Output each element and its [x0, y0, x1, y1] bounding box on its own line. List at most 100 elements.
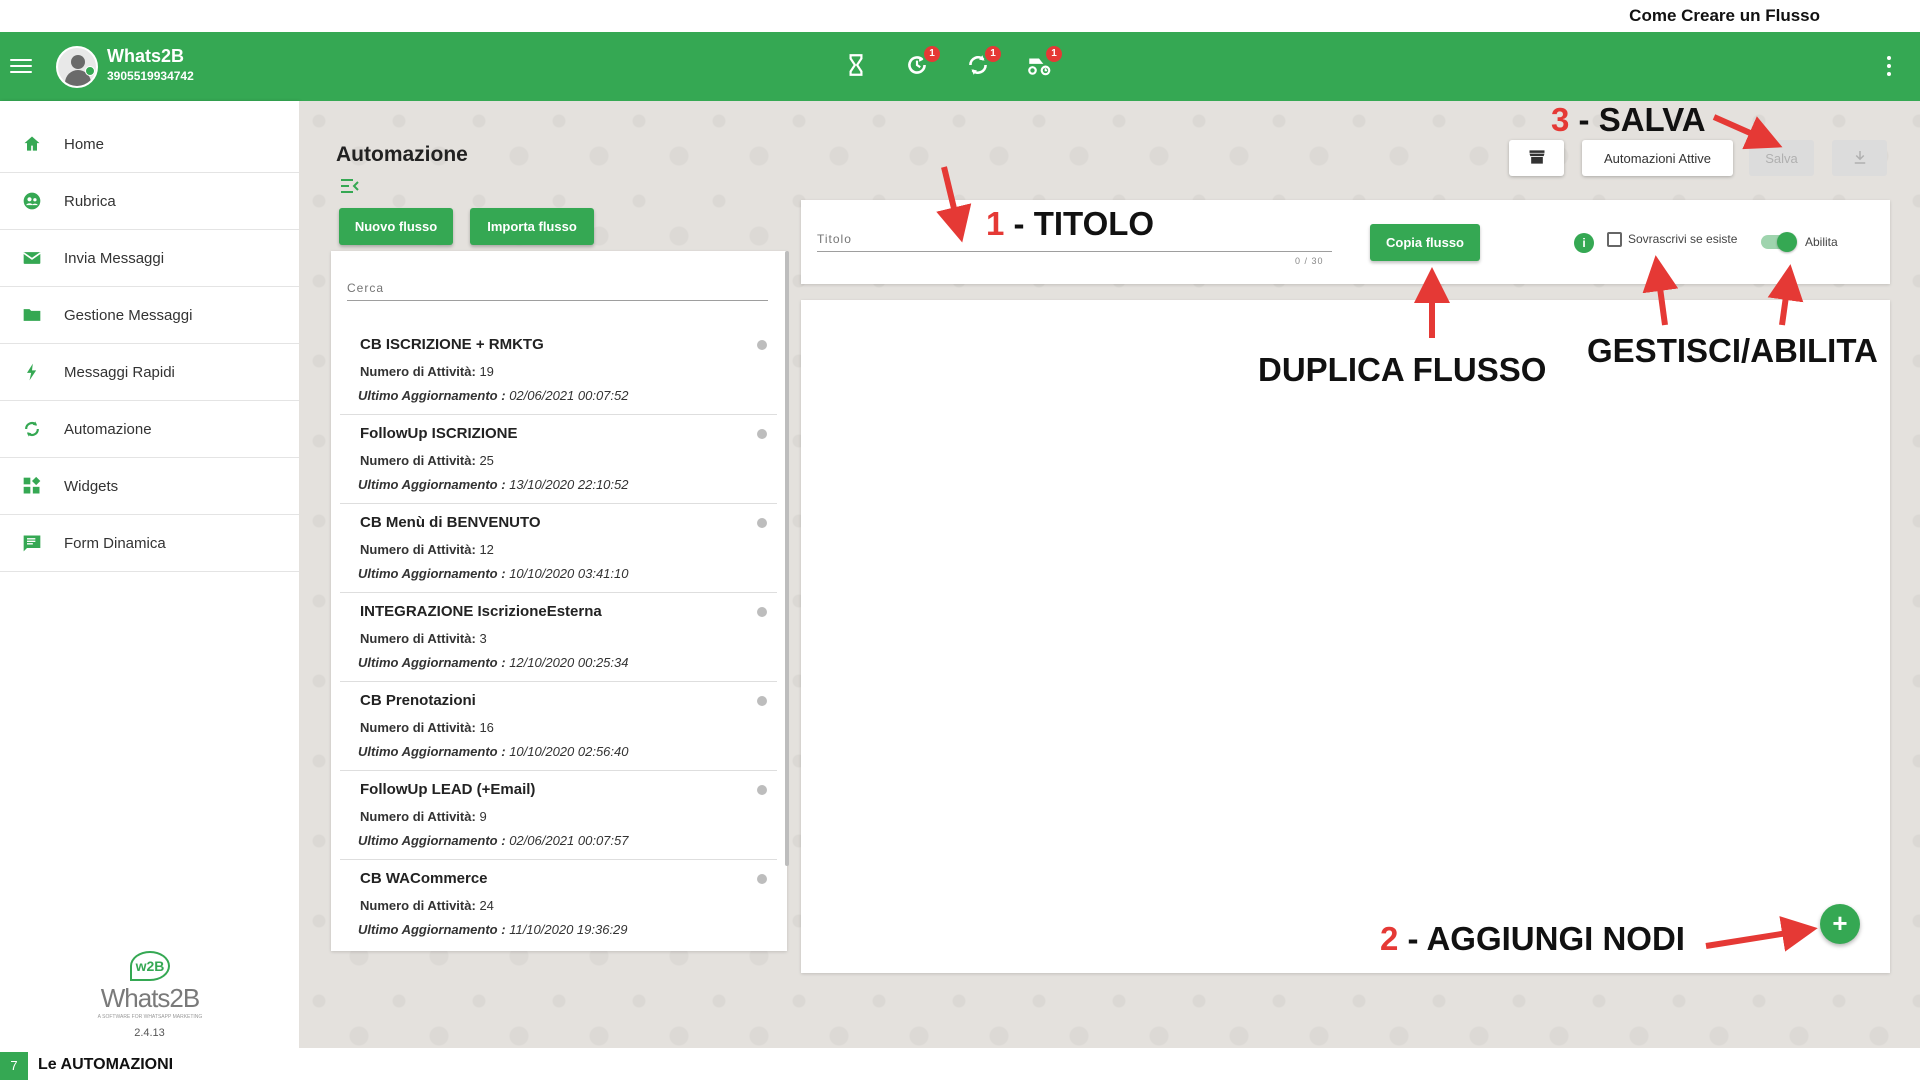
flow-name: CB WACommerce [360, 870, 488, 887]
flow-updated: Ultimo Aggiornamento : 10/10/2020 02:56:… [358, 744, 629, 759]
sync-icon [21, 418, 43, 440]
flow-list: CB ISCRIZIONE + RMKTG Numero di Attività… [340, 326, 777, 949]
flow-activities: Numero di Attività: 9 [360, 809, 487, 824]
flow-updated: Ultimo Aggiornamento : 11/10/2020 19:36:… [358, 922, 628, 937]
sidebar-item-label: Invia Messaggi [64, 249, 165, 267]
sidebar-item-invia-messaggi[interactable]: Invia Messaggi [0, 230, 299, 287]
info-icon[interactable]: i [1574, 233, 1594, 253]
flow-name: CB Prenotazioni [360, 692, 476, 709]
hourglass-icon[interactable] [843, 52, 873, 82]
flow-status-dot [757, 518, 767, 528]
flow-activities: Numero di Attività: 12 [360, 542, 494, 557]
account-phone: 3905519934742 [107, 69, 194, 83]
slide-section-title: Le AUTOMAZIONI [38, 1056, 174, 1073]
save-button[interactable]: Salva [1749, 140, 1814, 176]
enable-label: Abilita [1805, 235, 1838, 249]
download-icon [1851, 148, 1869, 169]
sidebar-item-label: Gestione Messaggi [64, 306, 193, 324]
sidebar-item-gestione-messaggi[interactable]: Gestione Messaggi [0, 287, 299, 344]
bolt-icon [21, 361, 43, 383]
contacts-icon [21, 190, 43, 212]
history-icon[interactable]: 1 [904, 46, 940, 82]
flow-item[interactable]: CB Menù di BENVENUTO Numero di Attività:… [340, 504, 777, 593]
slide-page-number: 7 [0, 1052, 28, 1080]
add-node-button[interactable]: + [1820, 904, 1860, 944]
sync-badge: 1 [985, 46, 1001, 62]
page-title: Automazione [336, 143, 468, 166]
app-header: Whats2B 3905519934742 1 1 1 [0, 32, 1920, 101]
flow-updated: Ultimo Aggiornamento : 12/10/2020 00:25:… [358, 655, 629, 670]
sidebar-item-label: Form Dinamica [64, 534, 166, 552]
download-button[interactable] [1832, 140, 1887, 176]
sidebar-item-widgets[interactable]: Widgets [0, 458, 299, 515]
moto-badge: 1 [1046, 46, 1062, 62]
overwrite-label: Sovrascrivi se esiste [1628, 232, 1738, 246]
store-icon [1527, 147, 1547, 170]
flow-item[interactable]: CB ISCRIZIONE + RMKTG Numero di Attività… [340, 326, 777, 415]
flow-updated: Ultimo Aggiornamento : 02/06/2021 00:07:… [358, 388, 629, 403]
folder-icon [21, 304, 43, 326]
sidebar-logo: w2B Whats2B A SOFTWARE FOR WHATSAPP MARK… [95, 951, 205, 1020]
list-scrollbar[interactable] [785, 251, 789, 866]
flow-status-dot [757, 874, 767, 884]
sidebar-item-label: Home [64, 135, 105, 153]
sidebar-item-home[interactable]: Home [0, 116, 299, 173]
enable-toggle[interactable] [1761, 232, 1797, 252]
flow-activities: Numero di Attività: 3 [360, 631, 487, 646]
flow-name: FollowUp LEAD (+Email) [360, 781, 536, 798]
slide-title: Come Creare un Flusso [1629, 6, 1820, 25]
flow-status-dot [757, 607, 767, 617]
annotation-salva: 3 - SALVA [1551, 101, 1706, 138]
new-flow-button[interactable]: Nuovo flusso [339, 208, 453, 245]
copy-flow-button[interactable]: Copia flusso [1370, 224, 1480, 261]
flow-list-panel: CB ISCRIZIONE + RMKTG Numero di Attività… [331, 251, 787, 951]
flow-status-dot [757, 340, 767, 350]
sync-icon[interactable]: 1 [965, 46, 1001, 82]
slide-bottom-bar: 7 Le AUTOMAZIONI [0, 1048, 1920, 1080]
flow-canvas[interactable] [801, 300, 1890, 973]
sidebar-item-label: Widgets [64, 477, 119, 495]
flow-editor-header: 0 / 30 Copia flusso i Sovrascrivi se esi… [801, 200, 1890, 284]
collapse-list-icon[interactable] [340, 178, 360, 194]
sidebar-item-messaggi-rapidi[interactable]: Messaggi Rapidi [0, 344, 299, 401]
flow-item[interactable]: CB WACommerce Numero di Attività: 24 Ult… [340, 860, 777, 949]
store-button[interactable] [1509, 140, 1564, 176]
home-icon [21, 133, 43, 155]
active-automations-button[interactable]: Automazioni Attive [1582, 140, 1733, 176]
app-name: Whats2B [107, 46, 185, 66]
sidebar-item-label: Automazione [64, 420, 152, 438]
logo-badge-icon: w2B [130, 951, 170, 981]
history-badge: 1 [924, 46, 940, 62]
sidebar-item-rubrica[interactable]: Rubrica [0, 173, 299, 230]
title-char-counter: 0 / 30 [1295, 256, 1324, 266]
moto-icon[interactable]: 1 [1026, 46, 1062, 82]
annotation-duplica: DUPLICA FLUSSO [1258, 351, 1547, 388]
search-field[interactable] [347, 279, 768, 301]
flow-updated: Ultimo Aggiornamento : 02/06/2021 00:07:… [358, 833, 629, 848]
overwrite-checkbox[interactable] [1607, 232, 1622, 247]
sidebar-item-automazione[interactable]: Automazione [0, 401, 299, 458]
flow-name: INTEGRAZIONE IscrizioneEsterna [360, 603, 602, 620]
flow-item[interactable]: CB Prenotazioni Numero di Attività: 16 U… [340, 682, 777, 771]
search-input[interactable] [347, 281, 768, 295]
sidebar: Home Rubrica Invia Messaggi Gestione Mes… [0, 101, 299, 1048]
kebab-menu-icon[interactable] [1886, 56, 1892, 76]
flow-updated: Ultimo Aggiornamento : 13/10/2020 22:10:… [358, 477, 629, 492]
sidebar-item-label: Messaggi Rapidi [64, 363, 175, 381]
flow-item[interactable]: INTEGRAZIONE IscrizioneEsterna Numero di… [340, 593, 777, 682]
flow-item[interactable]: FollowUp LEAD (+Email) Numero di Attivit… [340, 771, 777, 860]
flow-status-dot [757, 429, 767, 439]
slide-top-caption: Come Creare un Flusso [0, 0, 1920, 32]
logo-tagline: A SOFTWARE FOR WHATSAPP MARKETING [97, 1014, 203, 1020]
avatar[interactable] [56, 46, 98, 88]
sidebar-item-label: Rubrica [64, 192, 116, 210]
sidebar-item-form-dinamica[interactable]: Form Dinamica [0, 515, 299, 572]
widgets-icon [21, 475, 43, 497]
flow-activities: Numero di Attività: 16 [360, 720, 494, 735]
hamburger-menu-icon[interactable] [10, 55, 32, 77]
import-flow-button[interactable]: Importa flusso [470, 208, 594, 245]
app-version: 2.4.13 [134, 1027, 165, 1039]
flow-name: CB ISCRIZIONE + RMKTG [360, 336, 544, 353]
flow-item[interactable]: FollowUp ISCRIZIONE Numero di Attività: … [340, 415, 777, 504]
flow-activities: Numero di Attività: 19 [360, 364, 494, 379]
